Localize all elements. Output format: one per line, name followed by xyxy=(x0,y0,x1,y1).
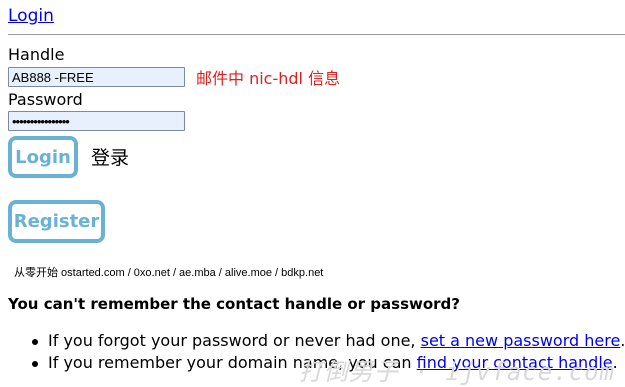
login-chinese-label: 登录 xyxy=(91,147,130,169)
header-divider xyxy=(8,34,625,35)
handle-input[interactable] xyxy=(8,67,185,87)
help-item: If you forgot your password or never had… xyxy=(28,331,625,353)
login-title-link[interactable]: Login xyxy=(8,6,54,26)
sites-text: 从零开始 ostarted.com / 0xo.net / ae.mba / a… xyxy=(14,267,324,279)
watermark: 打倒男子 · ijvface.com xyxy=(298,358,615,386)
help-item-text: If you forgot your password or never had… xyxy=(48,331,421,350)
help-heading: You can't remember the contact handle or… xyxy=(8,295,460,313)
handle-label: Handle xyxy=(8,45,65,64)
handle-annotation: 邮件中 nic-hdl 信息 xyxy=(196,69,341,88)
bullet-icon xyxy=(32,339,38,345)
bullet-icon xyxy=(32,361,38,367)
help-item-suffix: . xyxy=(620,331,625,350)
set-password-link[interactable]: set a new password here xyxy=(421,331,621,350)
register-button[interactable]: Register xyxy=(8,200,105,243)
login-button[interactable]: Login xyxy=(8,136,78,178)
password-label: Password xyxy=(8,90,83,109)
password-input[interactable] xyxy=(8,111,185,131)
